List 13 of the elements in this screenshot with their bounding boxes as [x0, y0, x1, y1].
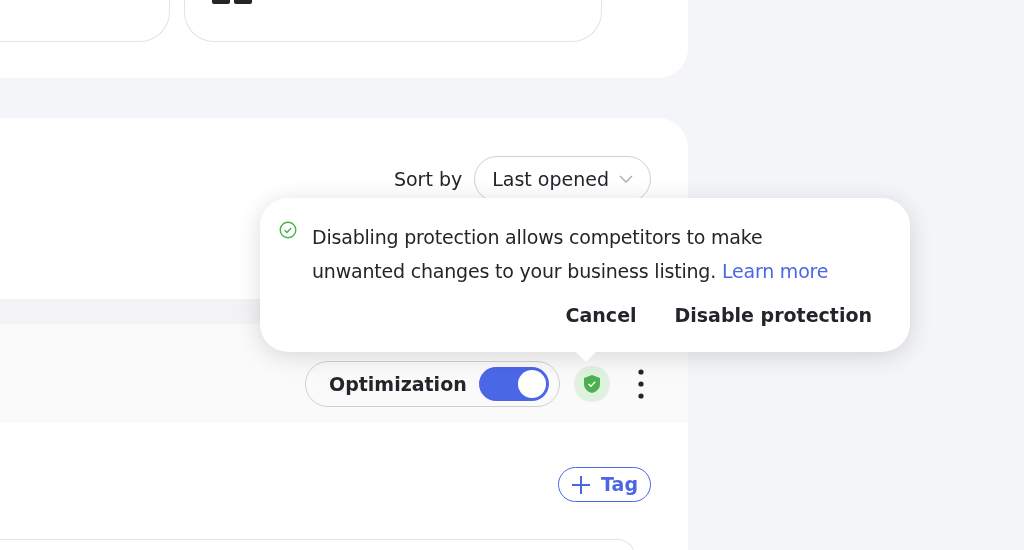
warning-message: Disabling protection allows competitors to make unwanted changes to your business listing. Learn more: [312, 225, 830, 284]
popover-action-button[interactable]: Disable protection: [666, 299, 880, 332]
more-options-icon[interactable]: [638, 369, 644, 400]
chevron-down-icon: [619, 175, 633, 183]
check-circle-icon: [279, 221, 297, 239]
plus-icon: [571, 474, 592, 495]
shield-check-icon[interactable]: [574, 366, 610, 403]
toggle-switch[interactable]: [478, 367, 549, 402]
sort-label: Sort by: [393, 166, 463, 192]
popover-action-button[interactable]: Cancel: [557, 299, 645, 332]
grid-icon: [212, 0, 252, 5]
optimization-label: Optimization: [329, 372, 467, 398]
learn-more-link[interactable]: Learn more: [721, 260, 829, 282]
